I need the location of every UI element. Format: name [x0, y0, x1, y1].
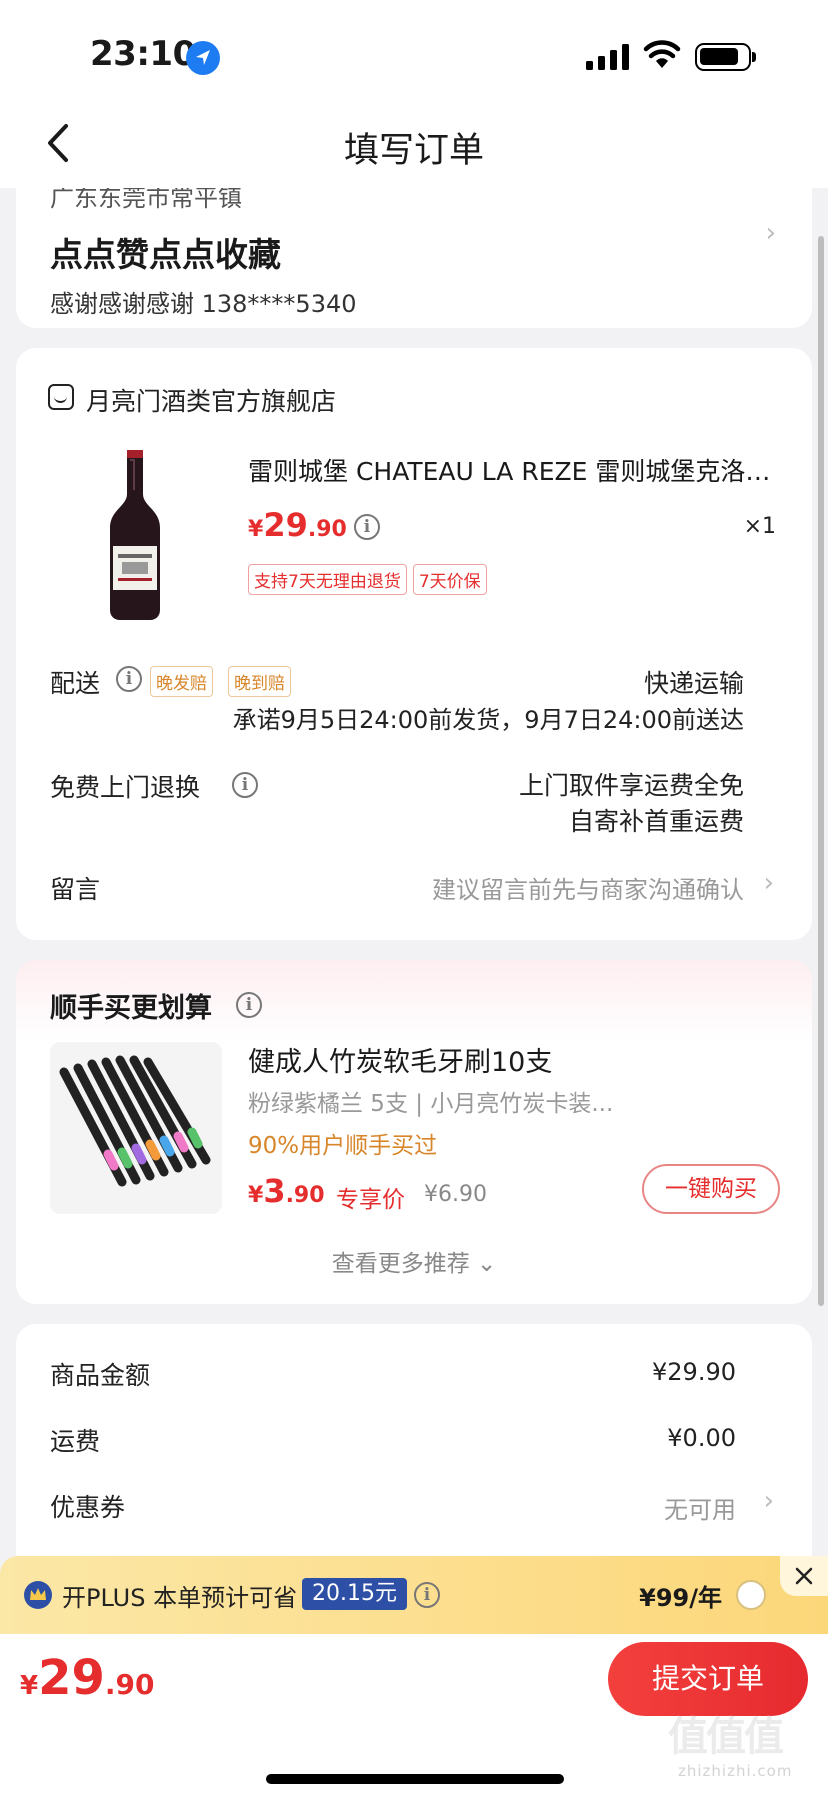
recommendation-buyers: 90%用户顺手买过: [248, 1133, 438, 1159]
plus-banner[interactable]: 开PLUS 本单预计可省 20.15元 i ¥99/年: [0, 1556, 828, 1634]
address-contact: 感谢感谢感谢 138****5340: [50, 290, 357, 318]
product-image[interactable]: [80, 450, 190, 620]
message-input[interactable]: 建议留言前先与商家沟通确认: [432, 870, 744, 905]
shop-name[interactable]: 月亮门酒类官方旗舰店: [86, 382, 336, 418]
watermark-logo: 值值值: [668, 1714, 784, 1760]
coupon-value[interactable]: 无可用: [664, 1490, 736, 1525]
address-card[interactable]: 广东东莞市常平镇 点点赞点点收藏 感谢感谢感谢 138****5340 ›: [16, 188, 812, 328]
delivery-promise: 承诺9月5日24:00前发货，9月7日24:00前送达: [232, 706, 744, 734]
bottom-bar: ¥29.90 提交订单 值值值 zhizhizhi.com: [0, 1634, 828, 1795]
price-decimal: .90: [285, 1183, 325, 1208]
recommendation-price: ¥3.90: [248, 1172, 325, 1210]
coupon-label: 优惠券: [50, 1493, 126, 1522]
battery-icon: [695, 43, 756, 71]
total-currency: ¥: [20, 1671, 39, 1701]
delivery-label: 配送: [50, 669, 101, 698]
free-return-label: 免费上门退换: [50, 773, 201, 802]
product-quantity: ×1: [743, 514, 776, 539]
product-tags: 支持7天无理由退货 7天价保: [248, 564, 493, 595]
plus-saving-badge: 20.15元: [302, 1578, 407, 1610]
close-icon[interactable]: [780, 1556, 828, 1596]
message-label: 留言: [50, 875, 101, 904]
goods-amount-value: ¥29.90: [652, 1358, 736, 1386]
badge-late-arrive: 晚到赔: [228, 666, 291, 697]
home-indicator[interactable]: [266, 1774, 564, 1784]
price-integer: 3: [263, 1172, 286, 1210]
shop-icon: [48, 384, 74, 410]
scrollbar[interactable]: [818, 236, 824, 1306]
tag-return: 支持7天无理由退货: [248, 564, 407, 595]
product-price: ¥29.90: [248, 506, 347, 544]
price-info-icon[interactable]: i: [354, 514, 380, 540]
shipping-value: ¥0.00: [667, 1424, 736, 1452]
plus-text: 开PLUS 本单预计可省: [62, 1584, 298, 1612]
tag-price-protect: 7天价保: [412, 564, 487, 595]
delivery-info-icon[interactable]: i: [116, 666, 142, 692]
total-integer: 29: [38, 1650, 105, 1706]
nav-bar: 填写订单: [0, 100, 828, 188]
plus-info-icon[interactable]: i: [414, 1582, 440, 1608]
chevron-right-icon: ›: [763, 1486, 774, 1516]
shipping-label: 运费: [50, 1427, 101, 1456]
page-title: 填写订单: [343, 131, 484, 171]
summary-card: 商品金额 ¥29.90 运费 ¥0.00 优惠券 无可用 ›: [16, 1324, 812, 1584]
cellular-signal-icon: [586, 44, 629, 70]
price-currency: ¥: [248, 517, 264, 542]
product-title[interactable]: 雷则城堡 CHATEAU LA REZE 雷则城堡克洛斯干红葡萄酒: [248, 452, 778, 488]
location-arrow-icon: [186, 41, 220, 75]
recommendation-original-price: ¥6.90: [424, 1182, 487, 1207]
recommendation-price-tag: 专享价: [336, 1187, 405, 1213]
address-name: 点点赞点点收藏: [50, 235, 281, 274]
status-bar: 23:10: [0, 0, 828, 100]
chevron-right-icon: ›: [763, 868, 774, 898]
status-time: 23:10: [90, 34, 196, 74]
address-region: 广东东莞市常平镇: [50, 188, 242, 212]
plus-crown-icon: [24, 1581, 52, 1609]
chevron-right-icon: ›: [765, 218, 776, 248]
price-decimal: .90: [307, 517, 347, 542]
recommendation-image[interactable]: [50, 1042, 222, 1214]
recommendation-info-icon[interactable]: i: [236, 992, 262, 1018]
recommendation-card: 顺手买更划算 i 健成人竹炭软毛牙刷10支 粉绿紫橘兰 5支 | 小月亮竹炭卡装…: [16, 960, 812, 1304]
wifi-icon: [643, 40, 681, 68]
price-currency: ¥: [248, 1183, 264, 1208]
price-integer: 29: [263, 506, 308, 544]
plus-radio[interactable]: [736, 1580, 766, 1610]
free-return-desc2: 自寄补首重运费: [568, 807, 744, 836]
recommendation-name[interactable]: 健成人竹炭软毛牙刷10支: [248, 1040, 552, 1079]
recommendation-spec[interactable]: 粉绿紫橘兰 5支 | 小月亮竹炭卡装...: [248, 1084, 613, 1118]
order-card: 月亮门酒类官方旗舰店 雷则城堡 CHATEAU LA REZE 雷则城堡克洛斯干…: [16, 348, 812, 940]
free-return-desc1: 上门取件享运费全免: [518, 771, 744, 800]
more-recommendations-link[interactable]: 查看更多推荐 ⌄: [16, 1244, 812, 1278]
badge-late-ship: 晚发赔: [150, 666, 213, 697]
total-price: ¥29.90: [20, 1650, 155, 1706]
total-decimal: .90: [104, 1668, 155, 1701]
watermark: 值值值 zhizhizhi.com: [668, 1704, 818, 1784]
plus-price: ¥99/年: [639, 1584, 722, 1612]
watermark-domain: zhizhizhi.com: [678, 1762, 793, 1780]
delivery-method: 快递运输: [643, 669, 744, 698]
free-return-info-icon[interactable]: i: [232, 772, 258, 798]
recommendation-title: 顺手买更划算: [50, 993, 212, 1024]
one-click-buy-button[interactable]: 一键购买: [642, 1164, 780, 1214]
goods-amount-label: 商品金额: [50, 1361, 151, 1390]
